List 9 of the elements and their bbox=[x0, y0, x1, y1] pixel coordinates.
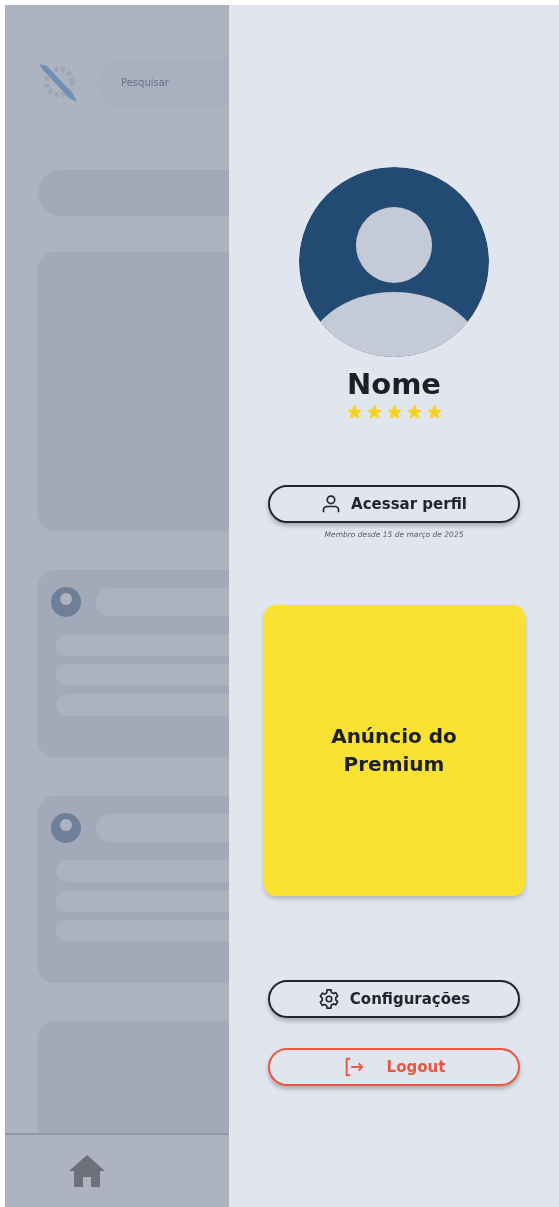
profile-name: Nome bbox=[346, 369, 442, 401]
profile-button[interactable]: Acessar perfil bbox=[268, 484, 520, 523]
premium-ad[interactable]: Anúncio do Premium bbox=[263, 604, 525, 896]
user-icon bbox=[321, 493, 342, 514]
home-icon[interactable] bbox=[67, 1153, 107, 1189]
settings-icon bbox=[317, 987, 340, 1010]
avatar-icon bbox=[50, 586, 82, 618]
avatar-icon bbox=[50, 812, 82, 844]
settings-button[interactable]: Configurações bbox=[268, 979, 520, 1018]
